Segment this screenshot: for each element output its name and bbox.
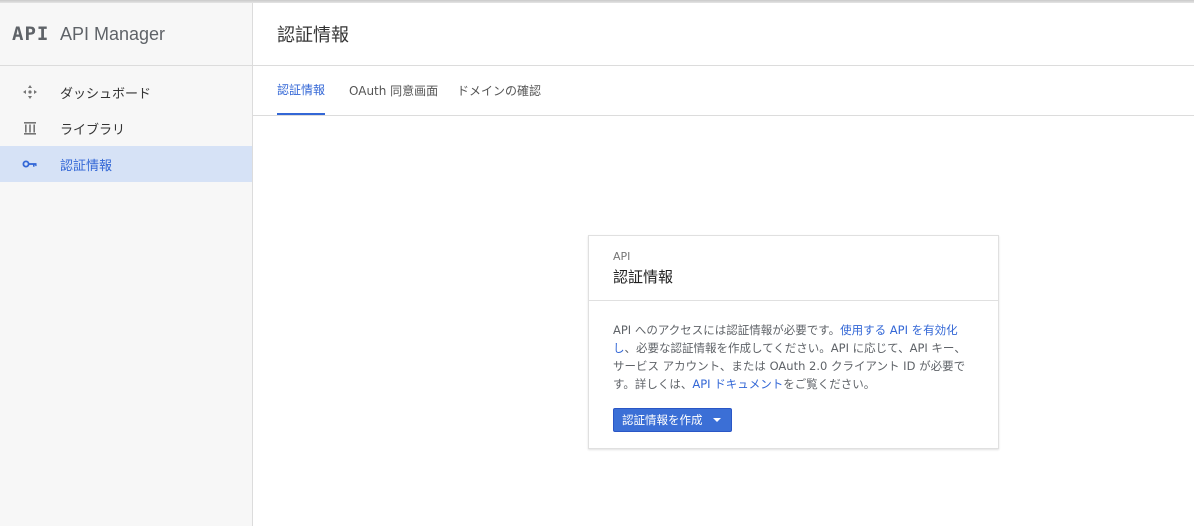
sidebar-item-label: 認証情報 (60, 158, 113, 174)
sidebar-item-library[interactable]: ライブラリ (0, 110, 252, 146)
create-credentials-label: 認証情報を作成 (622, 413, 703, 427)
credentials-card: API 認証情報 API へのアクセスには認証情報が必要です。使用する API … (588, 235, 999, 449)
chevron-down-icon (712, 418, 721, 422)
api-logo: API (12, 23, 50, 45)
tab-credentials[interactable]: 認証情報 (277, 66, 326, 115)
tab-bar: 認証情報 OAuth 同意画面 ドメインの確認 (253, 66, 1194, 116)
card-body: API へのアクセスには認証情報が必要です。使用する API を有効化し、必要な… (589, 301, 998, 432)
library-icon (20, 118, 40, 138)
dashboard-icon (20, 82, 40, 102)
sidebar-nav: ダッシュボード ライブラリ 認証情報 (0, 74, 252, 182)
brand-header: API API Manager (0, 3, 252, 66)
tab-domain-verification[interactable]: ドメインの確認 (457, 66, 541, 115)
page-header: 認証情報 (253, 3, 1194, 66)
sidebar-item-label: ダッシュボード (60, 86, 152, 102)
description-text: をご覧ください。 (783, 377, 876, 391)
description-text: API へのアクセスには認証情報が必要です。 (613, 323, 841, 337)
page-title: 認証情報 (277, 25, 349, 46)
sidebar-item-label: ライブラリ (60, 122, 126, 138)
app-title: API Manager (60, 23, 166, 44)
api-docs-link[interactable]: API ドキュメント (692, 377, 783, 391)
card-title: 認証情報 (613, 268, 674, 286)
create-credentials-button[interactable]: 認証情報を作成 (613, 408, 732, 432)
card-kicker: API (613, 250, 631, 263)
card-header: API 認証情報 (589, 236, 998, 301)
sidebar-item-credentials[interactable]: 認証情報 (0, 146, 252, 182)
key-icon (20, 154, 40, 174)
tab-oauth-consent[interactable]: OAuth 同意画面 (349, 66, 438, 115)
sidebar-item-dashboard[interactable]: ダッシュボード (0, 74, 252, 110)
card-description: API へのアクセスには認証情報が必要です。使用する API を有効化し、必要な… (613, 321, 974, 393)
sidebar: API API Manager ダッシュボード ライブラリ 認証情報 (0, 3, 253, 526)
